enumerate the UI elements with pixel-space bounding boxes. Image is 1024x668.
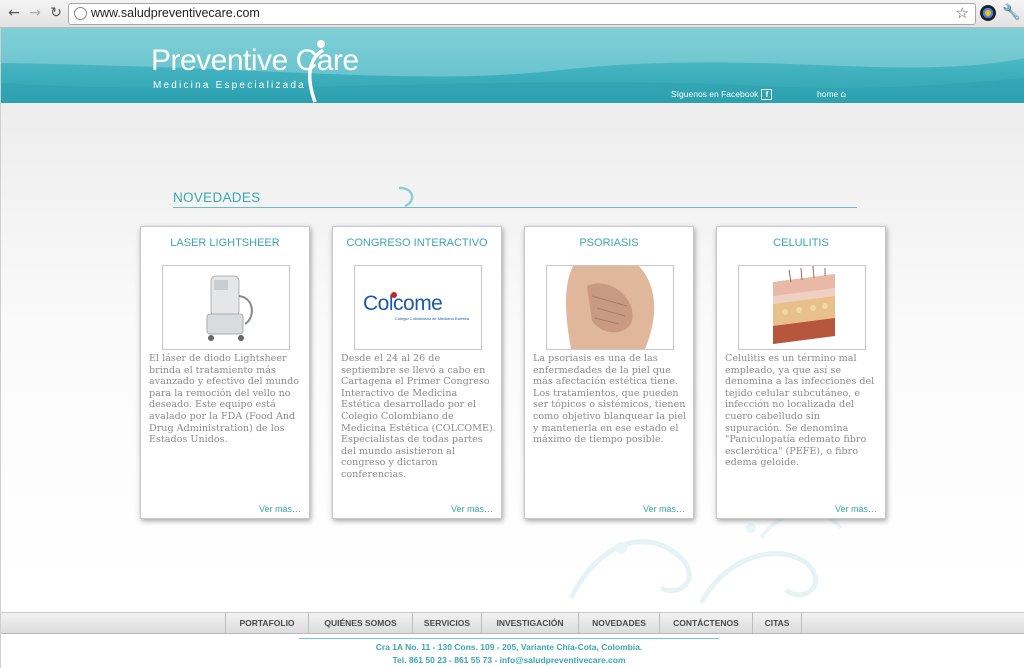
web-page: Preventive Care Medicina Especializada S… (0, 28, 1024, 668)
nav-investigacion[interactable]: INVESTIGACIÓN (481, 613, 578, 633)
footer-contact: Tel. 861 50 23 - 861 55 73 - info@saludp… (392, 655, 626, 665)
card-title[interactable]: CELULITIS (717, 237, 885, 249)
card-text: Desde el 24 al 26 de septiembre se llevó… (341, 353, 496, 480)
news-card-celulitis: CELULITIS Celulitis es un término mal em… (716, 226, 886, 519)
card-title[interactable]: LASER LIGHTSHEER (141, 237, 309, 249)
home-icon: ⌂ (840, 90, 846, 100)
news-card-laser: LASER LIGHTSHEER El láser de diodo Light… (140, 226, 310, 519)
facebook-link-label: Síguenos en Facebook (671, 89, 759, 99)
nav-quienes-somos[interactable]: QUIÉNES SOMOS (308, 613, 412, 633)
skin-layers-image[interactable] (738, 265, 866, 350)
nav-servicios[interactable]: SERVICIOS (412, 613, 481, 633)
news-card-congreso: CONGRESO INTERACTIVO Colcome Colegio Col… (332, 226, 502, 519)
site-tagline: Medicina Especializada (153, 80, 306, 91)
reload-icon[interactable]: ↻ (47, 4, 65, 22)
nav-citas[interactable]: CITAS (752, 613, 802, 633)
url-text[interactable]: www.saludpreventivecare.com (91, 6, 260, 20)
nav-portafolio[interactable]: PORTAFOLIO (225, 613, 308, 633)
card-text: El láser de diodo Lightsheer brinda el t… (149, 353, 300, 446)
ver-mas-link[interactable]: Ver más… (643, 504, 685, 514)
colcome-caption: Colegio Colombiano de Medicina Estética (395, 316, 470, 321)
ver-mas-link[interactable]: Ver más… (451, 504, 493, 514)
wrench-icon[interactable]: 🔧 (1002, 3, 1021, 21)
browser-toolbar: ← → ↻ www.saludpreventivecare.com ☆ 🔧 (0, 0, 1024, 28)
news-card-psoriasis: PSORIASIS La psoriasis es una de las enf… (524, 226, 694, 519)
colcome-logo-image[interactable]: Colcome Colegio Colombiano de Medicina E… (354, 265, 482, 350)
home-link[interactable]: home ⌂ (817, 89, 846, 100)
facebook-link[interactable]: Síguenos en Facebook f (671, 89, 773, 100)
ver-mas-link[interactable]: Ver más… (259, 504, 301, 514)
extension-icon[interactable] (980, 5, 996, 21)
forward-icon[interactable]: → (26, 4, 44, 22)
nav-novedades[interactable]: NOVEDADES (578, 613, 659, 633)
page-icon (74, 7, 87, 20)
laser-machine-image[interactable] (162, 265, 290, 350)
footer-address: Cra 1A No. 11 - 130 Cons. 109 - 205, Var… (375, 642, 643, 652)
card-text: La psoriasis es una de las enfermedades … (533, 353, 687, 446)
section-divider (173, 207, 857, 208)
bookmark-star-icon[interactable]: ☆ (956, 4, 969, 22)
section-title: NOVEDADES (173, 190, 261, 205)
ver-mas-link[interactable]: Ver más… (835, 504, 877, 514)
logo-swirl-icon (308, 40, 325, 103)
loading-swirl-icon (398, 186, 414, 207)
psoriasis-elbow-image[interactable] (546, 265, 674, 350)
nav-contactenos[interactable]: CONTÁCTENOS (659, 613, 752, 633)
site-header: Preventive Care Medicina Especializada S… (1, 28, 1024, 103)
facebook-icon: f (761, 89, 773, 100)
back-icon[interactable]: ← (5, 4, 23, 22)
colcome-star-icon (391, 292, 397, 298)
colcome-logo-text: Colcome (363, 292, 443, 315)
home-link-label: home (817, 89, 839, 99)
address-bar[interactable]: www.saludpreventivecare.com ☆ (68, 3, 976, 25)
card-text: Celulitis es un término mal empleado, ya… (725, 353, 875, 469)
footer-navigation: PORTAFOLIO QUIÉNES SOMOS SERVICIOS INVES… (1, 612, 1024, 634)
card-title[interactable]: CONGRESO INTERACTIVO (333, 237, 501, 249)
card-title[interactable]: PSORIASIS (525, 237, 693, 249)
footer-divider (299, 638, 719, 639)
